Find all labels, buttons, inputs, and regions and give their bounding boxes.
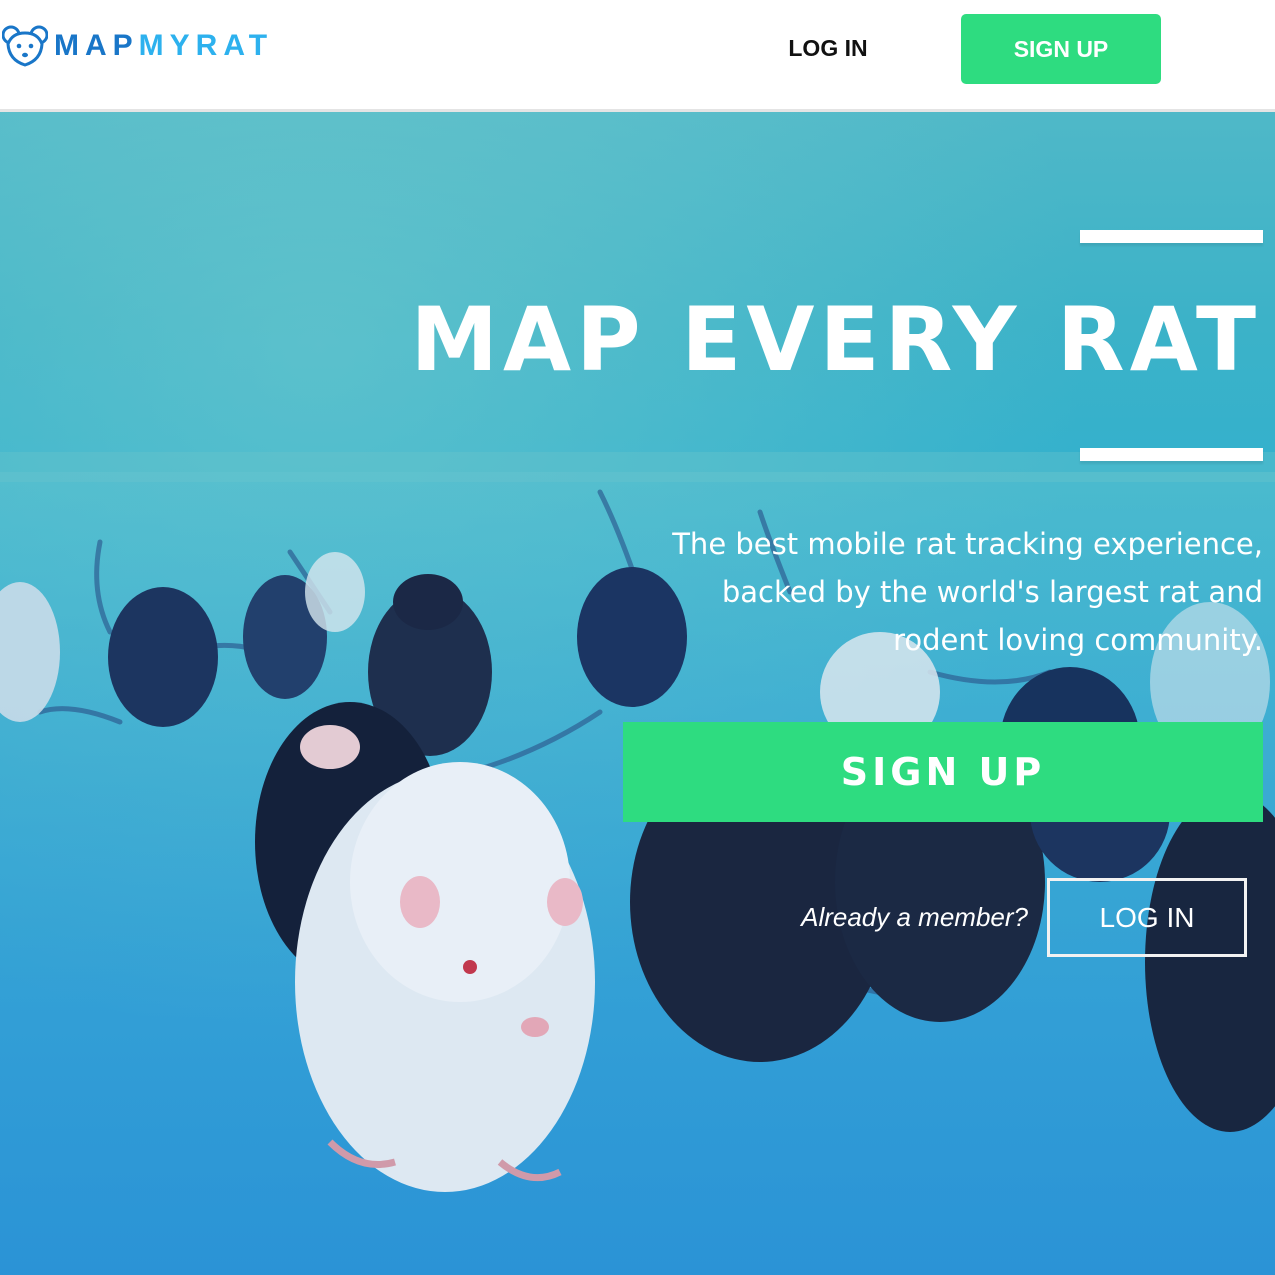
rat-head-icon bbox=[2, 25, 48, 67]
hero-signup-button[interactable]: SIGN UP bbox=[623, 722, 1263, 822]
brand-wordmark-rat: RAT bbox=[195, 29, 274, 62]
headline-rule-top bbox=[1080, 230, 1263, 243]
already-member-text: Already a member? bbox=[801, 902, 1028, 932]
tagline-line-3: rodent loving community. bbox=[893, 623, 1263, 657]
top-nav-bar: MAPMYRAT LOG IN SIGN UP bbox=[0, 0, 1275, 112]
hero-tagline: The best mobile rat tracking experience,… bbox=[623, 520, 1263, 664]
hero-headline: MAP EVERY RAT bbox=[410, 288, 1261, 391]
header-signup-button[interactable]: SIGN UP bbox=[961, 14, 1161, 84]
header-login-link[interactable]: LOG IN bbox=[760, 14, 896, 82]
hero-section: MAP EVERY RAT The best mobile rat tracki… bbox=[0, 112, 1275, 1275]
hero-login-button[interactable]: LOG IN bbox=[1047, 878, 1247, 957]
brand-wordmark: MAPMYRAT bbox=[54, 24, 273, 68]
brand-logo[interactable]: MAPMYRAT bbox=[2, 24, 273, 68]
tagline-line-2: backed by the world's largest rat and bbox=[721, 575, 1263, 609]
brand-wordmark-map: MAP bbox=[54, 29, 139, 62]
brand-wordmark-my: MY bbox=[138, 29, 196, 62]
rats-on-blue-surface-photo bbox=[0, 112, 1275, 1275]
headline-rule-bottom bbox=[1080, 448, 1263, 461]
tagline-line-1: The best mobile rat tracking experience, bbox=[672, 527, 1263, 561]
